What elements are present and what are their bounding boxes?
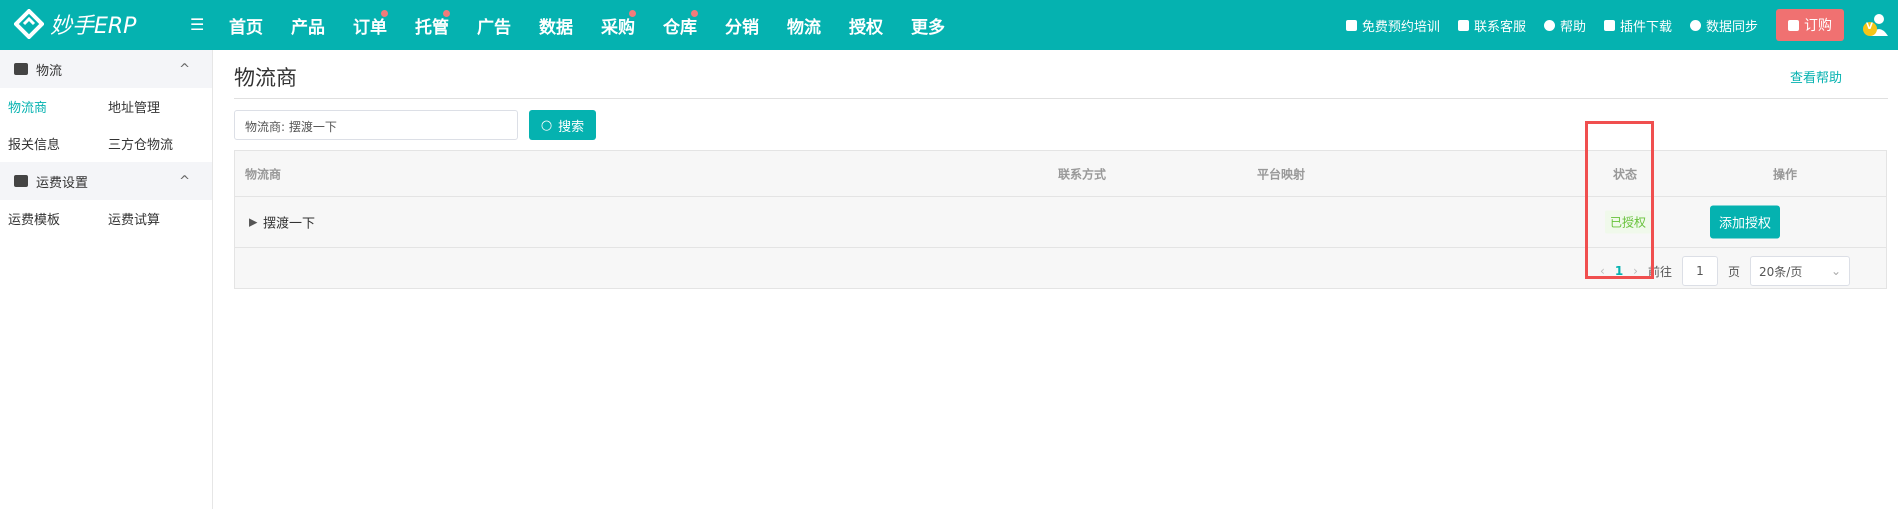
- support-link[interactable]: 联系客服: [1457, 16, 1526, 35]
- question-icon: [1543, 19, 1555, 31]
- notification-dot: [381, 9, 388, 17]
- page-suffix: 页: [1728, 264, 1741, 279]
- logo[interactable]: 妙手ERP: [14, 8, 136, 40]
- logo-icon: [14, 9, 44, 39]
- notification-dot: [443, 9, 450, 17]
- nav-hosting[interactable]: 托管: [415, 9, 477, 38]
- nav-distribution[interactable]: 分销: [725, 13, 787, 38]
- chevron-down-icon: ⌄: [1830, 264, 1842, 278]
- nav-authorization[interactable]: 授权: [849, 13, 911, 38]
- carrier-name: 摆渡一下: [263, 216, 316, 232]
- logo-text: 妙手ERP: [50, 14, 137, 39]
- main-nav: 首页 产品 订单 托管 广告 数据 采购 仓库 分销 物流 授权 更多: [229, 0, 973, 50]
- menu-toggle-icon[interactable]: ☰: [190, 15, 204, 34]
- col-contact: 联系方式: [1058, 167, 1107, 181]
- truck-icon: [14, 63, 28, 75]
- search-button[interactable]: ○ 搜索: [529, 110, 596, 140]
- nav-data[interactable]: 数据: [539, 13, 601, 38]
- sidebar-group-logistics[interactable]: 物流 ^: [0, 50, 212, 88]
- sidebar-item-calculator[interactable]: 运费试算: [100, 209, 200, 228]
- top-bar: 妙手ERP ☰ 首页 产品 订单 托管 广告 数据 采购 仓库 分销 物流 授权…: [0, 0, 1898, 50]
- nav-purchase[interactable]: 采购: [601, 9, 663, 38]
- nav-warehouse[interactable]: 仓库: [663, 9, 725, 38]
- page-size-select[interactable]: 20条/页 ⌄: [1750, 256, 1851, 286]
- data-sync-link[interactable]: 数据同步: [1689, 16, 1758, 35]
- sidebar-item-customs[interactable]: 报关信息: [0, 134, 100, 153]
- col-platform-mapping: 平台映射: [1257, 167, 1306, 181]
- training-link[interactable]: 免费预约培训: [1345, 16, 1440, 35]
- bag-icon: [1788, 19, 1799, 31]
- nav-ads[interactable]: 广告: [477, 13, 539, 38]
- sidebar-item-3pl[interactable]: 三方仓物流: [100, 134, 200, 153]
- nav-order[interactable]: 订单: [353, 9, 415, 38]
- nav-logistics[interactable]: 物流: [787, 13, 849, 38]
- chat-icon: [1457, 19, 1469, 31]
- col-actions: 操作: [1773, 167, 1798, 181]
- truck-icon: [14, 175, 28, 187]
- add-authorization-button[interactable]: 添加授权: [1710, 205, 1781, 239]
- sidebar-item-carriers[interactable]: 物流商: [0, 97, 100, 116]
- search-icon: ○: [540, 117, 553, 133]
- sidebar-group-shipping[interactable]: 运费设置 ^: [0, 162, 212, 200]
- vip-badge: V: [1866, 22, 1873, 32]
- help-link[interactable]: 帮助: [1543, 16, 1586, 35]
- subscribe-button[interactable]: 订购: [1776, 9, 1844, 41]
- view-help-link[interactable]: 查看帮助: [1790, 67, 1842, 86]
- page-title: 物流商: [234, 66, 297, 90]
- notification-dot: [691, 9, 698, 17]
- notification-dot: [629, 9, 636, 17]
- col-carrier: 物流商: [245, 167, 282, 181]
- divider: [234, 98, 1888, 99]
- carrier-search-input[interactable]: 物流商: 摆渡一下: [234, 110, 518, 140]
- nav-product[interactable]: 产品: [291, 13, 353, 38]
- goto-page-input[interactable]: 1: [1682, 256, 1718, 286]
- plugin-download-link[interactable]: 插件下载: [1603, 16, 1672, 35]
- download-icon: [1603, 19, 1615, 31]
- sync-icon: [1689, 19, 1701, 31]
- highlight-box: [1585, 121, 1654, 279]
- nav-more[interactable]: 更多: [911, 13, 973, 38]
- chevron-up-icon: ^: [179, 173, 190, 189]
- sidebar-item-address[interactable]: 地址管理: [100, 97, 200, 116]
- sidebar: 物流 ^ 物流商 地址管理 报关信息 三方仓物流 运费设置 ^ 运费模板 运费试算: [0, 50, 213, 509]
- chevron-up-icon: ^: [179, 61, 190, 77]
- expand-caret-icon[interactable]: ▶: [249, 216, 257, 229]
- avatar[interactable]: V: [1862, 12, 1888, 38]
- sidebar-item-template[interactable]: 运费模板: [0, 209, 100, 228]
- nav-home[interactable]: 首页: [229, 13, 291, 38]
- monitor-icon: [1345, 19, 1357, 31]
